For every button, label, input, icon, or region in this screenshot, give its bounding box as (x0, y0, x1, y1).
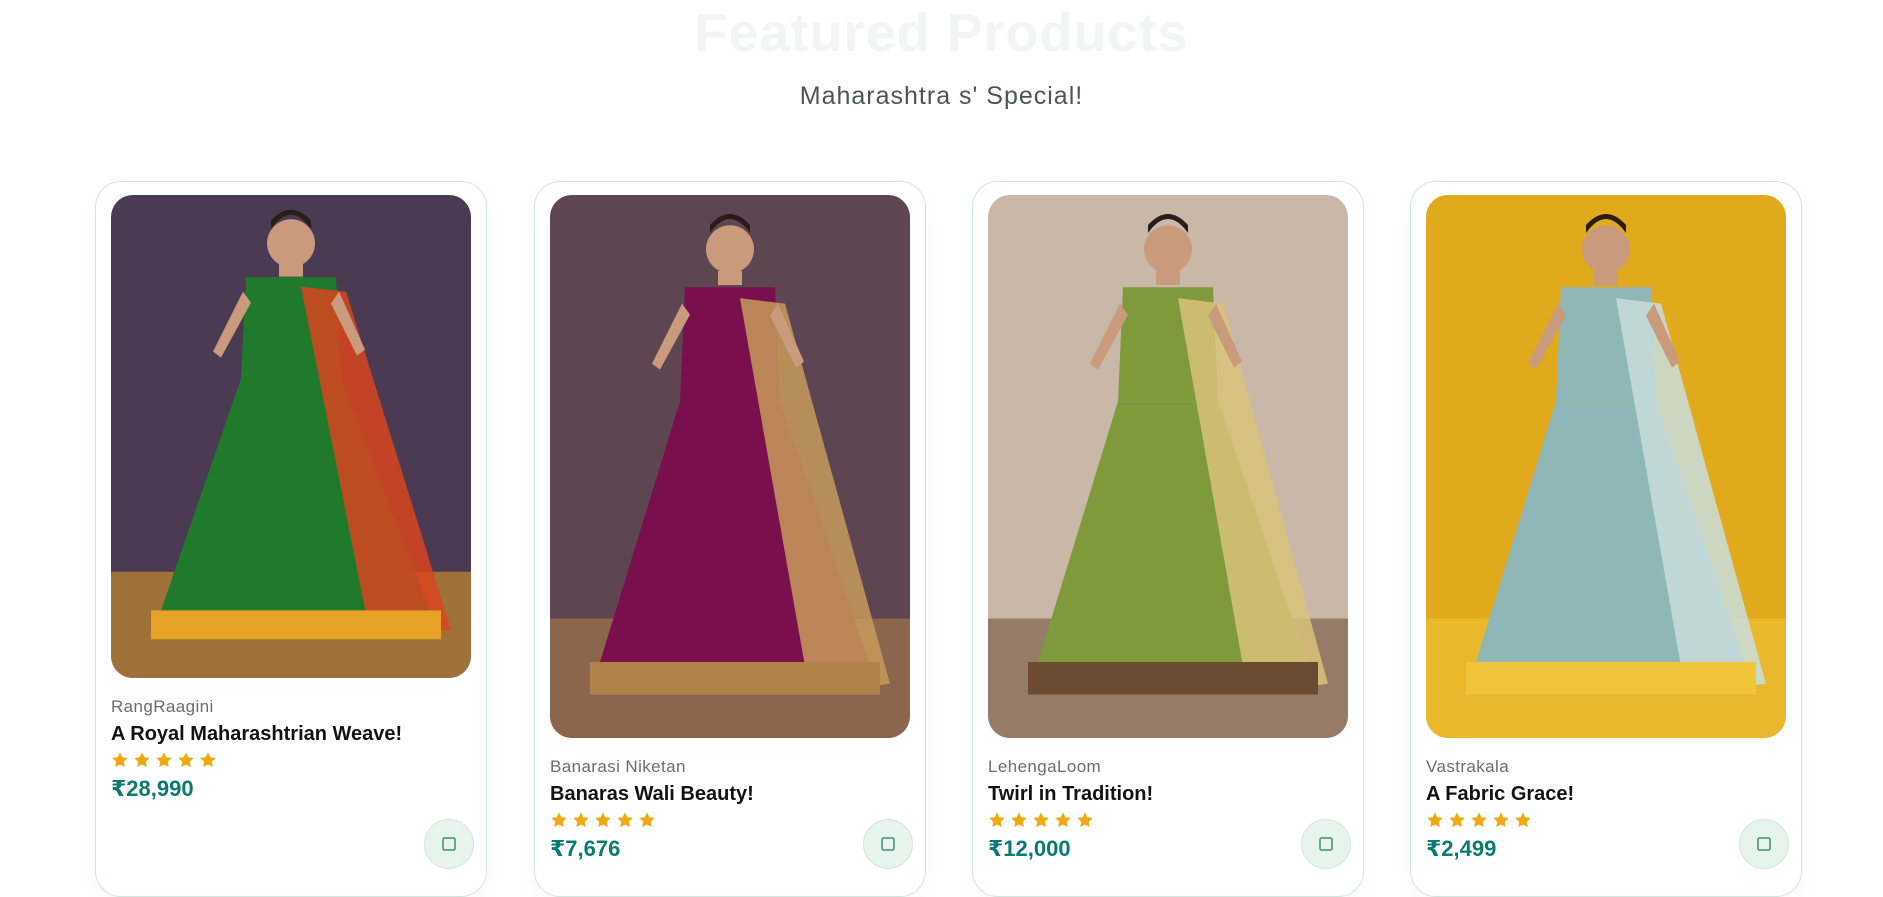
product-brand: LehengaLoom (988, 757, 1102, 776)
product-card[interactable]: LehengaLoom Twirl in Tradition! ₹12,000 (972, 181, 1364, 897)
star-rating (111, 751, 217, 769)
product-image[interactable] (550, 195, 910, 738)
star-icon (199, 751, 217, 769)
star-icon (550, 811, 568, 829)
product-image[interactable] (1426, 195, 1786, 738)
product-image[interactable] (111, 195, 471, 678)
product-name[interactable]: Banaras Wali Beauty! (550, 783, 754, 806)
star-icon (1426, 811, 1444, 829)
star-icon (616, 811, 634, 829)
product-price: ₹2,499 (1426, 836, 1497, 861)
star-icon (1492, 811, 1510, 829)
star-icon (177, 751, 195, 769)
add-to-cart-button[interactable] (1739, 819, 1789, 869)
add-to-cart-button[interactable] (424, 819, 474, 869)
product-price: ₹7,676 (550, 836, 621, 861)
product-price: ₹12,000 (988, 836, 1071, 861)
cart-icon (442, 837, 456, 851)
star-rating (988, 811, 1094, 829)
product-name[interactable]: A Royal Maharashtrian Weave! (111, 723, 402, 746)
star-icon (155, 751, 173, 769)
star-icon (638, 811, 656, 829)
product-name[interactable]: A Fabric Grace! (1426, 783, 1574, 806)
star-icon (1010, 811, 1028, 829)
add-to-cart-button[interactable] (1301, 819, 1351, 869)
star-icon (133, 751, 151, 769)
product-brand: RangRaagini (111, 697, 214, 716)
star-icon (111, 751, 129, 769)
section-subtitle: Maharashtra s' Special! (799, 82, 1084, 110)
star-icon (988, 811, 1006, 829)
star-icon (1448, 811, 1466, 829)
product-card[interactable]: Banarasi Niketan Banaras Wali Beauty! ₹7,6… (534, 181, 926, 897)
product-card[interactable]: Vastrakala A Fabric Grace! ₹2,499 (1410, 181, 1802, 897)
star-icon (1470, 811, 1488, 829)
product-card[interactable]: RangRaagini A Royal Maharashtrian Weave! ₹… (95, 181, 487, 897)
section-title: Featured Products (694, 3, 1189, 63)
star-rating (1426, 811, 1532, 829)
cart-icon (881, 837, 895, 851)
product-image[interactable] (988, 195, 1348, 738)
star-icon (1514, 811, 1532, 829)
star-icon (1032, 811, 1050, 829)
product-brand: Vastrakala (1426, 757, 1510, 776)
product-name[interactable]: Twirl in Tradition! (988, 783, 1153, 806)
star-rating (550, 811, 656, 829)
product-price: ₹28,990 (111, 776, 194, 801)
star-icon (1076, 811, 1094, 829)
star-icon (572, 811, 590, 829)
cart-icon (1757, 837, 1771, 851)
add-to-cart-button[interactable] (863, 819, 913, 869)
star-icon (1054, 811, 1072, 829)
star-icon (594, 811, 612, 829)
cart-icon (1319, 837, 1333, 851)
product-brand: Banarasi Niketan (550, 757, 686, 776)
